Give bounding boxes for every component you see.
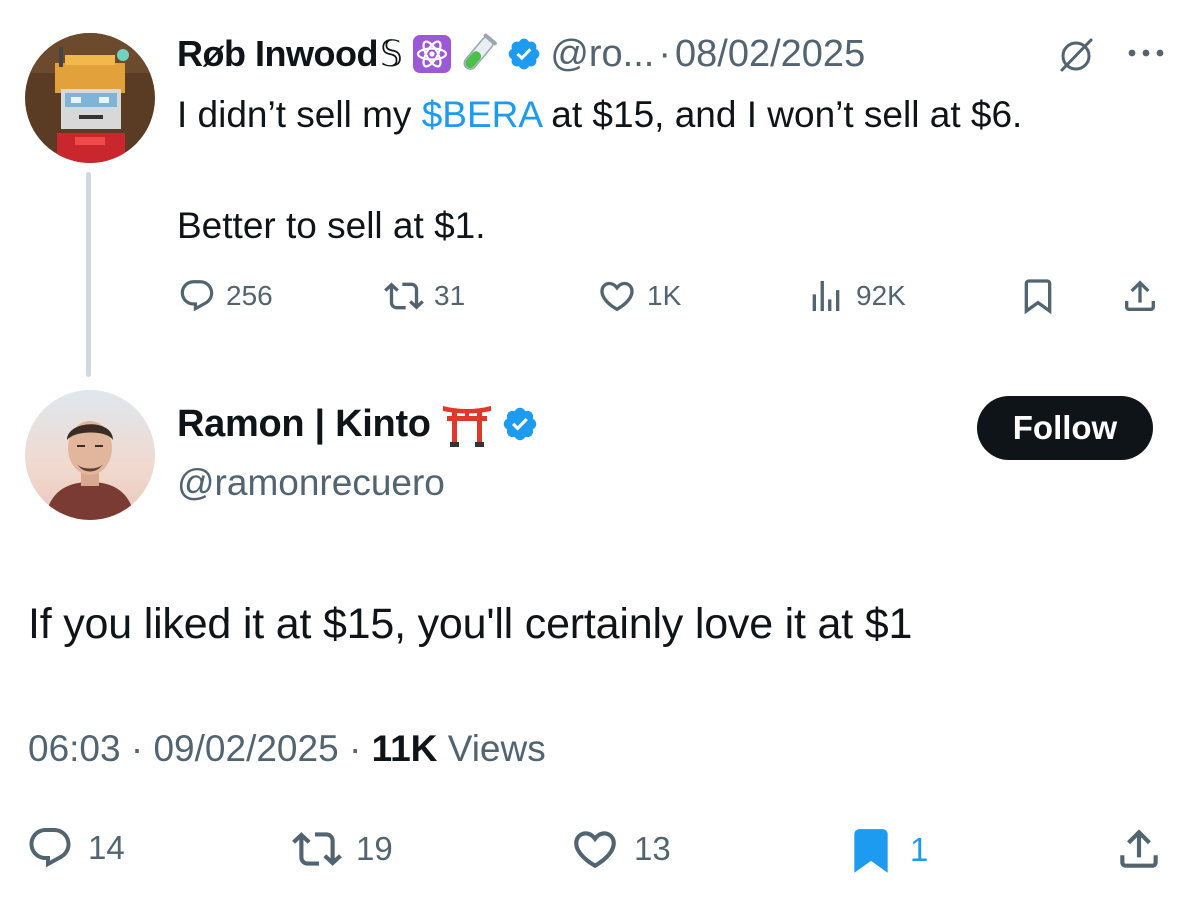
reply-author-name[interactable]: Ramon | Kinto [177,403,431,446]
reply-icon [29,828,71,868]
reply-author-handle[interactable]: @ramonrecuero [177,462,445,504]
avatar[interactable] [25,390,155,520]
views-label: Views [447,728,546,769]
bookmark-icon [1024,279,1052,315]
share-icon [1125,280,1155,311]
parent-tweet-text-line2: Better to sell at $1. [177,205,486,246]
parent-action-bar: 256 31 1K 92K [0,270,1200,322]
reply-time[interactable]: 06:03 [28,728,121,769]
grok-icon[interactable] [1056,35,1096,75]
parent-author-handle[interactable]: @ro... [550,33,654,76]
pixel-avatar-image [25,33,155,163]
reply-author-name-row: Ramon | Kinto [177,400,539,448]
follow-button[interactable]: Follow [977,396,1153,460]
views-button[interactable]: 92K [806,276,906,316]
repost-icon [384,282,424,310]
bookmark-button[interactable] [1018,276,1058,316]
more-icon[interactable] [1124,38,1168,68]
cashtag-link[interactable]: $BERA [422,94,541,135]
share-button[interactable] [1114,824,1164,874]
torii-gate-icon [441,400,493,448]
like-count: 13 [634,830,671,867]
profile-photo-image [25,390,155,520]
reply-icon [180,280,214,312]
parent-author-name[interactable]: Røb Inwood [177,33,378,75]
bookmark-filled-icon [854,829,888,873]
repost-count: 19 [356,830,393,867]
like-count: 1K [647,280,682,311]
x-premium-symbol: 𝕊 [379,33,403,74]
reply-button[interactable]: 14 [26,824,125,872]
heart-icon [600,281,634,312]
text-segment: at $15, and I won’t sell at $6. [541,94,1023,135]
parent-tweet-text-line1: I didn’t sell my $BERA at $15, and I won… [177,93,1022,137]
parent-tweet-date[interactable]: 08/02/2025 [675,33,865,76]
reply-view-count: 11K [371,728,438,769]
verified-badge-icon[interactable] [506,36,542,72]
text-segment: I didn’t sell my [177,94,422,135]
repost-count: 31 [434,280,466,311]
reply-button[interactable]: 256 [178,277,273,315]
separator-dot: · [658,32,672,75]
bookmark-count: 1 [910,831,929,868]
repost-button[interactable]: 31 [384,276,465,316]
bookmark-button[interactable]: 1 [846,824,928,876]
reply-tweet-meta: 06:03 · 09/02/2025 · 11K Views [28,728,546,770]
share-icon [1120,829,1158,868]
separator-dot: · [130,728,144,769]
reply-tweet-text: If you liked it at $15, you'll certainly… [28,600,913,648]
heart-icon [574,831,616,869]
avatar[interactable] [25,33,155,163]
parent-tweet-header: Røb Inwood 𝕊 @ro... · 08/02/2025 [177,28,865,80]
analytics-icon [812,281,840,311]
reply-action-bar: 14 19 13 1 [0,818,1200,876]
repost-button[interactable]: 19 [292,824,393,874]
reply-date[interactable]: 09/02/2025 [153,728,338,769]
like-button[interactable]: 1K [597,276,681,316]
verified-badge-icon[interactable] [501,405,539,443]
atom-emoji-icon [412,34,452,74]
repost-icon [292,832,342,866]
reply-count: 256 [226,280,273,311]
share-button[interactable] [1120,276,1160,316]
like-button[interactable]: 13 [570,824,671,874]
separator-dot: · [348,728,362,769]
view-count: 92K [856,280,906,311]
reply-count: 14 [88,829,125,866]
test-tube-icon [458,32,498,76]
